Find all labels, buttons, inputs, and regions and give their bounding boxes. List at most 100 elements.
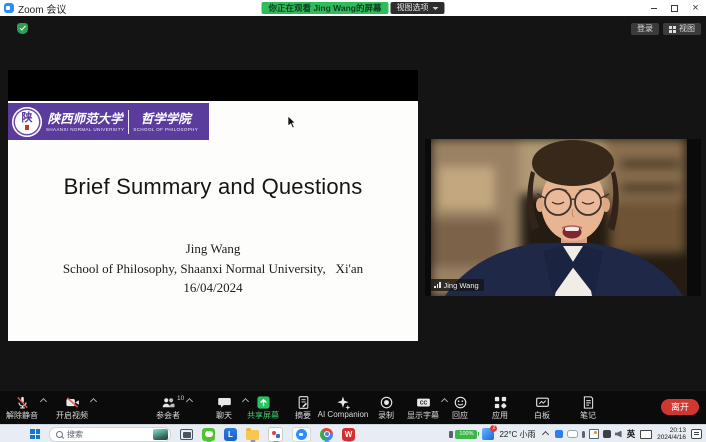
participant-video[interactable]: Jing Wang: [425, 139, 701, 296]
window-titlebar: Zoom 会议 你正在观看 Jing Wang的屏幕 视图选项 ×: [0, 0, 706, 16]
maximize-icon: [671, 5, 678, 12]
slide-meta: Jing Wang School of Philosophy, Shaanxi …: [8, 239, 418, 298]
captions-icon: CC: [416, 395, 431, 410]
close-icon: ×: [692, 3, 698, 14]
microphone-tray-icon[interactable]: [582, 431, 585, 438]
school-name-cn: 哲学学院: [141, 112, 191, 126]
minimize-icon: [651, 8, 657, 9]
mic-off-icon: [15, 395, 30, 410]
tray-icons: [555, 429, 622, 439]
university-seal-char: 陕: [22, 113, 33, 124]
zoom-camera-icon: [296, 429, 307, 440]
signin-button[interactable]: 登录: [631, 23, 659, 35]
start-video-button[interactable]: 开启视频: [44, 395, 100, 421]
svg-text:CC: CC: [419, 400, 427, 406]
notes-button[interactable]: 笔记: [560, 395, 616, 421]
clock-time: 20:13: [657, 427, 686, 435]
volume-icon[interactable]: [615, 431, 622, 438]
slide-author: Jing Wang: [8, 239, 418, 259]
chevron-up-icon[interactable]: [186, 398, 193, 405]
share-screen-icon: [256, 395, 271, 410]
meeting-toolbar: 解除静音 开启视频 10 参会者 聊天 共享屏幕 摘要 AI Companion: [0, 390, 706, 425]
tray-app-icon[interactable]: [603, 430, 611, 438]
participant-nametag: Jing Wang: [430, 279, 484, 291]
school-name-en: SCHOOL OF PHILOSOPHY: [133, 127, 198, 132]
notification-center-icon[interactable]: [691, 429, 702, 439]
slide-affiliation: School of Philosophy, Shaanxi Normal Uni…: [8, 259, 418, 279]
windows-taskbar: 搜索 L W 100% 2 22°C 小雨: [0, 424, 706, 442]
summary-icon: [296, 395, 311, 410]
security-shield-icon[interactable]: [17, 23, 28, 34]
shared-slide: 陕 陕西师范大学 SHAANXI NORMAL UNIVERSITY 哲学学院 …: [8, 70, 418, 341]
pc-manager-icon[interactable]: L: [224, 428, 237, 441]
ime-indicator[interactable]: 英: [627, 428, 636, 440]
participants-icon: [161, 395, 176, 410]
search-placeholder: 搜索: [67, 429, 83, 440]
power-plug-icon: [449, 431, 453, 438]
signin-label: 登录: [637, 23, 653, 35]
battery-indicator[interactable]: 100%: [449, 430, 477, 439]
university-name-block: 陕西师范大学 SHAANXI NORMAL UNIVERSITY: [44, 112, 126, 132]
notification-badge: 2: [490, 425, 497, 432]
zoom-logo-icon: [4, 3, 14, 13]
wps-icon[interactable]: W: [342, 428, 355, 441]
chrome-icon[interactable]: [320, 428, 333, 441]
wechat-icon[interactable]: [202, 428, 215, 441]
screenshot-tool-icon[interactable]: [589, 429, 599, 439]
zoom-meeting-window: Zoom 会议 你正在观看 Jing Wang的屏幕 视图选项 × 登录 视图: [0, 0, 706, 442]
file-explorer-icon[interactable]: [246, 430, 259, 440]
participant-name: Jing Wang: [444, 281, 479, 290]
whiteboard-icon: [535, 395, 550, 410]
minimize-button[interactable]: [643, 0, 664, 16]
slide-title: Brief Summary and Questions: [8, 174, 418, 200]
mouse-cursor: [288, 116, 297, 129]
red-stamp-icon: [25, 125, 30, 130]
meeting-app-icon[interactable]: [268, 427, 283, 442]
search-icon: [56, 431, 63, 438]
clock-date: 2024/4/16: [657, 434, 686, 442]
window-controls: ×: [643, 0, 706, 16]
leave-button[interactable]: 离开: [661, 399, 699, 415]
touch-keyboard-icon[interactable]: [640, 430, 652, 439]
taskbar-search[interactable]: 搜索: [49, 427, 171, 442]
close-button[interactable]: ×: [685, 0, 706, 16]
view-grid-icon: [669, 26, 672, 29]
watching-screen-banner: 你正在观看 Jing Wang的屏幕: [261, 2, 388, 14]
cloud-sync-icon[interactable]: [567, 430, 578, 438]
task-view-button[interactable]: [180, 429, 193, 440]
start-button[interactable]: [30, 429, 40, 439]
video-off-icon: [65, 395, 80, 410]
window-title: Zoom 会议: [18, 1, 66, 16]
weather-app-icon[interactable]: 2: [482, 428, 494, 440]
taskbar-clock[interactable]: 20:13 2024/4/16: [657, 427, 686, 442]
canvas-header-buttons: 登录 视图: [631, 23, 701, 35]
apps-icon: [493, 395, 508, 410]
notes-icon: [581, 395, 596, 410]
search-highlight-image[interactable]: [153, 429, 168, 440]
chat-icon: [217, 395, 232, 410]
slide-page: 陕 陕西师范大学 SHAANXI NORMAL UNIVERSITY 哲学学院 …: [8, 101, 418, 341]
connection-signal-icon: [434, 282, 441, 288]
unmute-button[interactable]: 解除静音: [0, 395, 50, 421]
view-button[interactable]: 视图: [663, 23, 701, 35]
school-name-block: 哲学学院 SCHOOL OF PHILOSOPHY: [131, 112, 200, 132]
ai-sparkle-icon: [336, 395, 351, 410]
zoom-taskbar-icon[interactable]: [292, 427, 311, 442]
tray-app-icon[interactable]: [555, 430, 563, 438]
chevron-up-icon[interactable]: [90, 398, 97, 405]
taskbar-apps: 搜索 L W: [0, 425, 355, 442]
taskbar-tray: 100% 2 22°C 小雨 英 20:13 2024/4/16: [449, 425, 702, 442]
titlebar-center: 你正在观看 Jing Wang的屏幕 视图选项: [261, 2, 444, 14]
university-logo: 陕: [12, 107, 42, 137]
weather-status[interactable]: 22°C 小雨: [499, 429, 535, 440]
maximize-button[interactable]: [664, 0, 685, 16]
slide-date: 16/04/2024: [8, 278, 418, 298]
participants-button[interactable]: 10 参会者: [140, 395, 196, 421]
view-options-button[interactable]: 视图选项: [391, 2, 445, 14]
view-options-label: 视图选项: [397, 2, 429, 14]
participant-video-frame: [425, 139, 701, 296]
hidden-icons-chevron[interactable]: [542, 430, 549, 437]
titlebar-left: Zoom 会议: [0, 1, 66, 16]
banner-divider: [128, 110, 129, 134]
chevron-down-icon: [433, 7, 439, 10]
